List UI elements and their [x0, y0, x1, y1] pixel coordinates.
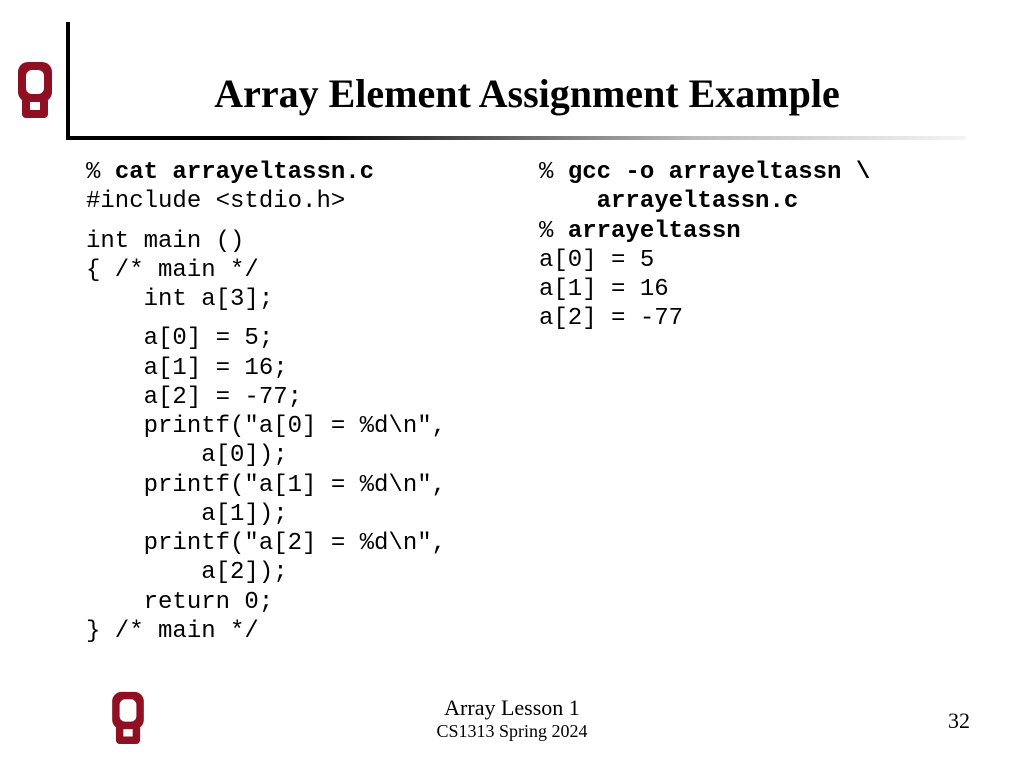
- code-line: a[2] = -77: [539, 305, 683, 332]
- code-line: a[1] = 16;: [86, 355, 288, 382]
- ou-logo-icon: [14, 60, 56, 118]
- code-line: printf("a[0] = %d\n",: [86, 413, 446, 440]
- left-column: % cat arrayeltassn.c #include <stdio.h> …: [86, 158, 521, 668]
- spacer: [86, 314, 521, 324]
- code-line: int main (): [86, 228, 244, 255]
- code-line: a[1] = 16: [539, 276, 669, 303]
- right-column: % gcc -o arrayeltassn \ arrayeltassn.c %…: [539, 158, 974, 668]
- code-line: a[2] = -77;: [86, 384, 302, 411]
- footer-course-term: CS1313 Spring 2024: [0, 721, 1024, 742]
- code-line: #include <stdio.h>: [86, 188, 345, 215]
- slide-footer: Array Lesson 1 CS1313 Spring 2024 32: [0, 688, 1024, 744]
- code-line: printf("a[1] = %d\n",: [86, 472, 446, 499]
- code-line: { /* main */: [86, 257, 259, 284]
- code-line: a[2]);: [86, 559, 288, 586]
- title-rule-horizontal: [66, 136, 966, 140]
- code-line: } /* main */: [86, 618, 259, 645]
- code-line: % gcc -o arrayeltassn \: [539, 159, 870, 186]
- code-line: int a[3];: [86, 286, 273, 313]
- code-line: arrayeltassn.c: [539, 188, 798, 215]
- code-line: % cat arrayeltassn.c: [86, 159, 374, 186]
- page-number: 32: [948, 708, 970, 734]
- code-line: a[0] = 5;: [86, 325, 273, 352]
- code-line: printf("a[2] = %d\n",: [86, 530, 446, 557]
- footer-center-text: Array Lesson 1 CS1313 Spring 2024: [0, 695, 1024, 742]
- footer-lesson-title: Array Lesson 1: [0, 695, 1024, 721]
- slide-title: Array Element Assignment Example: [70, 70, 984, 117]
- body-columns: % cat arrayeltassn.c #include <stdio.h> …: [86, 158, 974, 668]
- slide: Array Element Assignment Example % cat a…: [0, 0, 1024, 768]
- code-line: a[1]);: [86, 501, 288, 528]
- code-line: a[0] = 5: [539, 247, 654, 274]
- code-line: return 0;: [86, 589, 273, 616]
- code-line: % arrayeltassn: [539, 218, 741, 245]
- spacer: [86, 217, 521, 227]
- code-line: a[0]);: [86, 442, 288, 469]
